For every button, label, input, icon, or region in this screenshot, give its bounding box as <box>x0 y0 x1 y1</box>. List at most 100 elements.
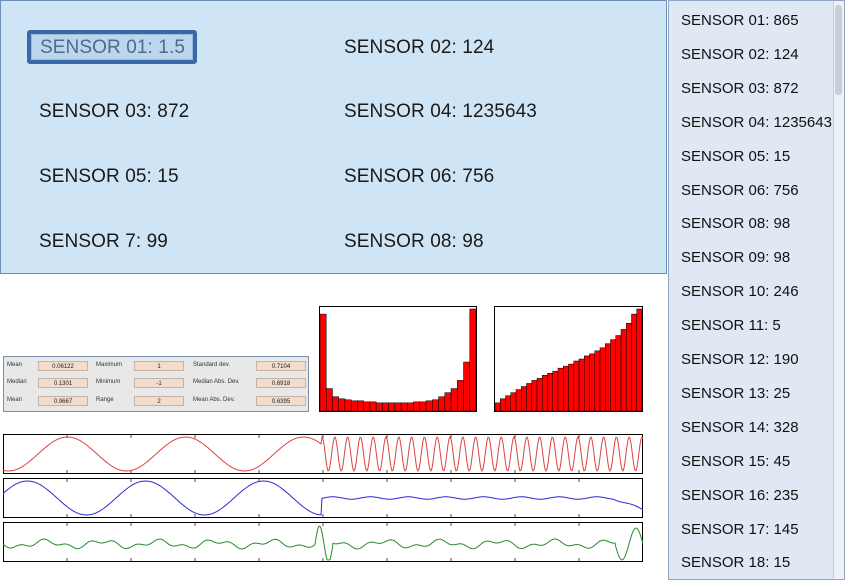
sensor-cell-6[interactable]: SENSOR 06: 756 <box>344 166 494 188</box>
histogram-bar <box>363 401 371 412</box>
histogram-bar <box>568 363 574 412</box>
histogram-bar <box>425 400 433 412</box>
histogram-bar <box>605 343 611 412</box>
histogram-bar <box>444 392 452 412</box>
sensor-list-item[interactable]: SENSOR 06: 756 <box>681 182 799 199</box>
histogram-bar <box>463 361 471 412</box>
histogram-bar <box>547 373 553 412</box>
histogram-bar <box>599 347 606 412</box>
histogram-bar <box>332 396 339 412</box>
histogram-bar <box>610 339 616 412</box>
histogram-1 <box>319 306 477 412</box>
sensor-list-item[interactable]: SENSOR 02: 124 <box>681 46 799 63</box>
stat-value: 1 <box>134 361 184 371</box>
histogram-bar <box>494 402 501 412</box>
stat-value: 0.7104 <box>256 361 306 371</box>
histogram-bar <box>578 358 585 412</box>
stat-value: 0.9667 <box>38 396 88 406</box>
histogram-2 <box>494 306 643 412</box>
sensor-cell-7[interactable]: SENSOR 7: 99 <box>39 231 168 253</box>
histogram-bar <box>419 401 427 412</box>
stat-value: -1 <box>134 378 184 388</box>
sensor-list-item[interactable]: SENSOR 01: 865 <box>681 12 799 29</box>
trace-plot-3 <box>3 522 643 562</box>
sensor-cell-5[interactable]: SENSOR 05: 15 <box>39 166 179 188</box>
sensor-list-item[interactable]: SENSOR 15: 45 <box>681 453 790 470</box>
histogram-bar <box>573 360 580 412</box>
histogram-bar <box>552 370 559 412</box>
stat-label: Median <box>7 379 27 385</box>
histogram-bar <box>469 308 477 412</box>
histogram-bar <box>526 383 532 412</box>
histogram-bar <box>620 329 627 412</box>
sensor-list-item[interactable]: SENSOR 12: 190 <box>681 351 799 368</box>
histogram-bar <box>369 401 377 412</box>
histogram-bar <box>557 367 564 412</box>
trace-plot-2 <box>3 478 643 518</box>
stat-label: Median Abs. Dev. <box>193 379 240 385</box>
sensor-list-item[interactable]: SENSOR 04: 1235643 <box>681 114 832 131</box>
sensor-list-item[interactable]: SENSOR 05: 15 <box>681 148 790 165</box>
sensor-list-item[interactable]: SENSOR 08: 98 <box>681 215 790 232</box>
sensor-list-panel[interactable]: SENSOR 01: 865 SENSOR 02: 124 SENSOR 03: 8… <box>668 0 845 580</box>
histogram-bar <box>375 402 383 412</box>
stat-label: Range <box>96 397 114 403</box>
list-scrollbar[interactable] <box>833 1 844 579</box>
sensor-list-item[interactable]: SENSOR 09: 98 <box>681 249 790 266</box>
histogram-bar <box>589 353 595 412</box>
stat-value: 0.6918 <box>256 378 306 388</box>
histogram-bar <box>510 392 517 412</box>
histogram-bar <box>432 399 439 412</box>
sensor-list-item[interactable]: SENSOR 17: 145 <box>681 521 799 538</box>
histogram-bar <box>319 313 327 412</box>
stat-label: Mean Abs. Dev. <box>193 397 235 403</box>
stat-value: 0.6395 <box>256 396 306 406</box>
trace-plot-1 <box>3 434 643 474</box>
stat-value: 0.06122 <box>38 361 88 371</box>
sensor-list-item[interactable]: SENSOR 11: 5 <box>681 317 781 334</box>
histogram-bar <box>505 395 511 412</box>
stat-label: Minimum <box>96 379 121 385</box>
histogram-bar <box>542 375 548 412</box>
histogram-bar <box>338 398 346 412</box>
histogram-bar <box>531 380 538 412</box>
histogram-bar <box>394 402 402 412</box>
histogram-bar <box>521 386 527 412</box>
stat-value: 0.1301 <box>38 378 88 388</box>
histogram-bar <box>636 308 643 412</box>
statistics-table: Mean 0.06122 Maximum 1 Standard dev. 0.7… <box>3 356 309 412</box>
sensor-list-item[interactable]: SENSOR 03: 872 <box>681 80 799 97</box>
stat-label: Standard dev. <box>193 362 230 368</box>
sensor-list-item[interactable]: SENSOR 13: 25 <box>681 385 790 402</box>
stat-value: 2 <box>134 396 184 406</box>
histogram-bar <box>515 389 522 412</box>
scrollbar-thumb[interactable] <box>835 5 842 95</box>
sensor-cell-3[interactable]: SENSOR 03: 872 <box>39 101 189 123</box>
sensor-list-item[interactable]: SENSOR 16: 235 <box>681 487 799 504</box>
plot-frame <box>3 522 643 562</box>
histogram-bar <box>536 378 543 412</box>
histogram-bar <box>344 399 352 412</box>
histogram-bar <box>500 398 506 412</box>
sensor-cell-8[interactable]: SENSOR 08: 98 <box>344 231 484 253</box>
stat-label: Mean <box>7 362 23 368</box>
sensor-list-item[interactable]: SENSOR 10: 246 <box>681 283 799 300</box>
histogram-bar <box>631 313 637 412</box>
histogram-bar <box>350 400 358 412</box>
histogram-bar <box>615 335 622 412</box>
sensor-cell-1[interactable]: SENSOR 01: 1.5 <box>27 30 198 64</box>
histogram-bar <box>584 355 590 412</box>
sensor-list-item[interactable]: SENSOR 18: 15 <box>681 554 790 571</box>
histogram-bar <box>407 402 414 412</box>
sensor-list-item[interactable]: SENSOR 14: 328 <box>681 419 799 436</box>
sensor-cell-4[interactable]: SENSOR 04: 1235643 <box>344 101 537 123</box>
stat-label: Maximum <box>96 362 123 368</box>
sensor-cell-2[interactable]: SENSOR 02: 124 <box>344 37 494 59</box>
histogram-bar <box>357 400 364 412</box>
histogram-bar <box>626 323 632 412</box>
histogram-bar <box>594 350 601 412</box>
histogram-bar <box>413 401 421 412</box>
histogram-bar <box>563 365 569 412</box>
histogram-bar <box>382 402 389 412</box>
histogram-bar <box>457 380 464 412</box>
